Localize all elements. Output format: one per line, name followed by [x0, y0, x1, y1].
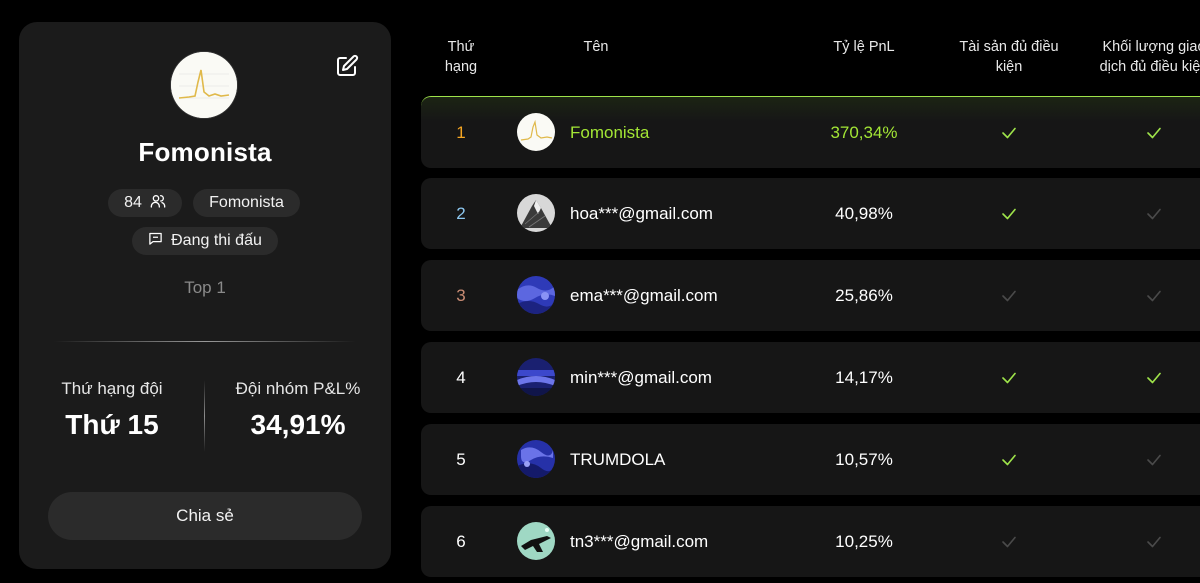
- members-chip: 84: [108, 189, 182, 217]
- team-rank-label: Thứ hạng đội: [61, 379, 163, 398]
- row-rank: 5: [456, 449, 466, 469]
- team-avatar: [171, 52, 237, 118]
- check-icon: [1145, 124, 1163, 142]
- header-volume: Khối lượng giao dịch đủ điều kiện: [1094, 37, 1200, 77]
- table-row[interactable]: 2 hoa***@gmail.com 40,98%: [421, 178, 1200, 249]
- row-name: ema***@gmail.com: [570, 285, 718, 305]
- row-name: tn3***@gmail.com: [570, 531, 709, 551]
- user-avatar: [517, 522, 555, 560]
- check-icon: [1000, 124, 1018, 142]
- row-rank: 2: [456, 203, 466, 223]
- table-row[interactable]: 1 Fomonista 370,34%: [421, 96, 1200, 168]
- header-name: Tên: [583, 39, 609, 55]
- check-icon-inactive: [1145, 287, 1163, 305]
- row-pnl: 14,17%: [835, 367, 893, 387]
- row-name: hoa***@gmail.com: [570, 203, 713, 223]
- row-name: Fomonista: [570, 122, 650, 142]
- team-card: Fomonista 84 Fomonista Đang thi đấu Top …: [19, 22, 391, 569]
- header-rank-line1: Thứ: [447, 39, 475, 55]
- header-assets-line2: kiện: [995, 59, 1023, 75]
- row-rank: 6: [456, 531, 466, 551]
- check-icon-inactive: [1000, 287, 1018, 305]
- row-pnl: 10,25%: [835, 531, 893, 551]
- header-pnl: Tỷ lệ PnL: [833, 39, 895, 55]
- header-volume-line1: Khối lượng giao: [1102, 39, 1200, 55]
- divider: [54, 341, 356, 342]
- share-button[interactable]: Chia sẻ: [48, 492, 362, 540]
- check-icon: [1000, 205, 1018, 223]
- user-avatar: [517, 276, 555, 314]
- user-avatar: [517, 194, 555, 232]
- check-icon: [1000, 451, 1018, 469]
- check-icon-inactive: [1145, 205, 1163, 223]
- team-rank-value: Thứ 15: [65, 409, 159, 440]
- check-icon: [1000, 369, 1018, 387]
- row-rank: 4: [456, 367, 466, 387]
- status-label: Đang thi đấu: [171, 232, 262, 249]
- team-rank-stat: Thứ hạng đội Thứ 15: [19, 379, 205, 441]
- row-pnl: 25,86%: [835, 285, 893, 305]
- members-count: 84: [124, 194, 142, 211]
- team-name: Fomonista: [138, 137, 272, 167]
- user-avatar: [517, 113, 555, 151]
- header-rank: Thứ hạng: [430, 37, 492, 77]
- status-chip: Đang thi đấu: [132, 227, 278, 255]
- check-icon: [1145, 369, 1163, 387]
- check-icon-inactive: [1145, 451, 1163, 469]
- table-row[interactable]: 6 tn3***@gmail.com 10,25%: [421, 506, 1200, 577]
- row-rank: 3: [456, 285, 466, 305]
- row-pnl: 40,98%: [835, 203, 893, 223]
- check-icon-inactive: [1000, 533, 1018, 551]
- row-rank: 1: [456, 122, 466, 142]
- chat-icon: [148, 231, 163, 251]
- team-pnl-stat: Đội nhóm P&L% 34,91%: [205, 379, 391, 441]
- top-rank: Top 1: [184, 278, 226, 297]
- table-row[interactable]: 3 ema***@gmail.com 25,86%: [421, 260, 1200, 331]
- team-tag-chip: Fomonista: [193, 189, 300, 217]
- table-row[interactable]: 4 min***@gmail.com 14,17%: [421, 342, 1200, 413]
- row-pnl: 10,57%: [835, 449, 893, 469]
- header-rank-line2: hạng: [444, 59, 478, 75]
- row-pnl: 370,34%: [830, 122, 898, 142]
- table-row[interactable]: 5 TRUMDOLA 10,57%: [421, 424, 1200, 495]
- user-avatar: [517, 440, 555, 478]
- users-icon: [150, 193, 166, 214]
- row-name: TRUMDOLA: [570, 449, 666, 469]
- row-name: min***@gmail.com: [570, 367, 712, 387]
- header-volume-line2: dịch đủ điều kiện: [1099, 59, 1200, 75]
- user-avatar: [517, 358, 555, 396]
- check-icon-inactive: [1145, 533, 1163, 551]
- header-assets: Tài sản đủ điều kiện: [950, 37, 1068, 77]
- header-assets-line1: Tài sản đủ điều: [959, 39, 1059, 55]
- team-pnl-label: Đội nhóm P&L%: [235, 379, 361, 398]
- edit-icon[interactable]: [335, 54, 359, 78]
- team-pnl-value: 34,91%: [250, 409, 346, 440]
